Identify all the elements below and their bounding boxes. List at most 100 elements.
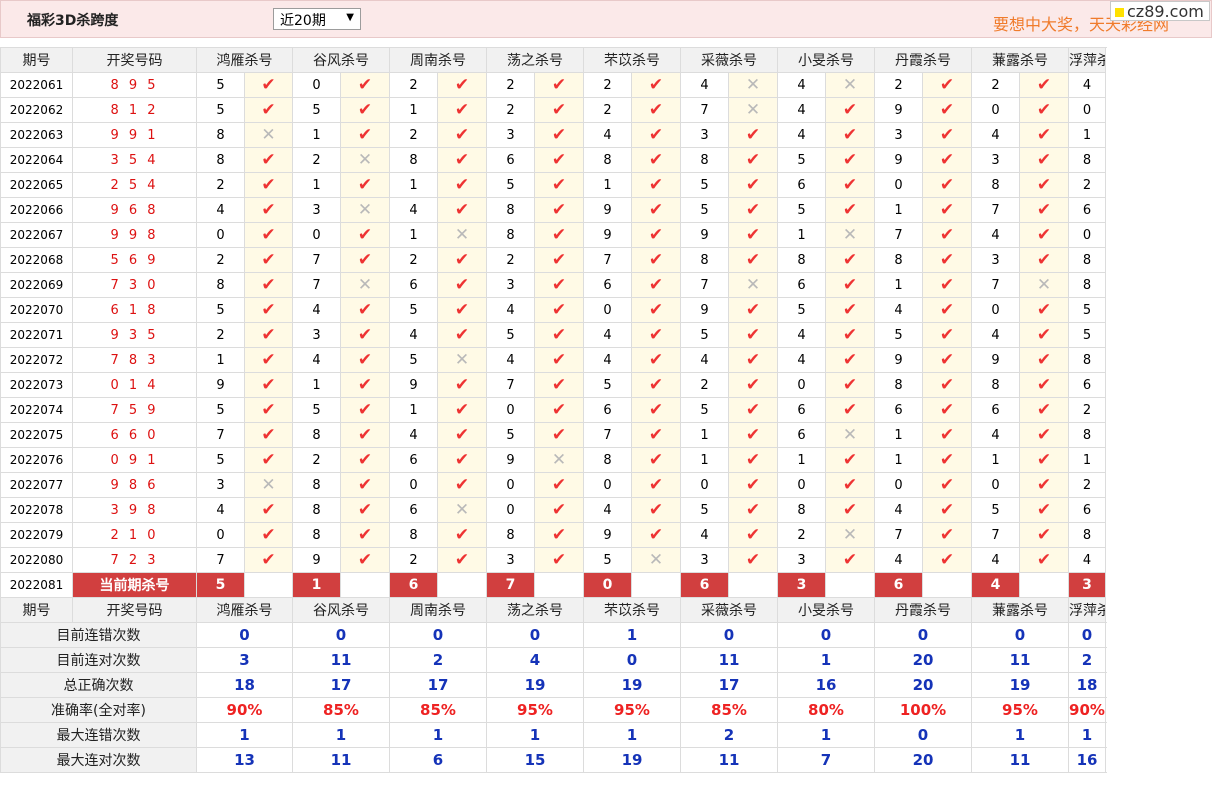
draw-number-cell: 3 9 8 xyxy=(72,497,197,523)
kill-number-cell: 1 xyxy=(777,447,826,473)
stat-row: 最大连对次数1311615191172011162 xyxy=(0,747,1106,773)
check-icon: ✔ xyxy=(1019,497,1069,523)
kill-number-cell: 2 xyxy=(196,322,245,348)
check-icon: ✔ xyxy=(922,297,972,323)
draw-number-cell: 6 6 0 xyxy=(72,422,197,448)
stat-value: 16 xyxy=(777,672,875,698)
table-row: 20220727 8 31✔4✔5✕4✔4✔4✔4✔9✔9✔8✔9 xyxy=(0,347,1106,373)
stat-value: 16 xyxy=(1068,747,1106,773)
draw-number-cell: 6 1 8 xyxy=(72,297,197,323)
stat-row: 最大连错次数11111210116 xyxy=(0,722,1106,748)
check-icon: ✔ xyxy=(1019,222,1069,248)
stat-value: 1 xyxy=(389,722,487,748)
kill-number-cell: 8 xyxy=(583,447,632,473)
kill-number-cell: 4 xyxy=(389,422,438,448)
check-icon: ✔ xyxy=(534,372,584,398)
check-icon: ✔ xyxy=(631,347,681,373)
kill-number-cell: 9 xyxy=(874,147,923,173)
current-kill-number: 4 xyxy=(971,572,1020,598)
check-icon: ✔ xyxy=(922,172,972,198)
kill-number-cell: 7 xyxy=(971,197,1020,223)
check-icon: ✔ xyxy=(631,447,681,473)
stat-value: 11 xyxy=(971,647,1069,673)
cross-icon: ✕ xyxy=(728,272,778,298)
check-icon: ✔ xyxy=(437,522,487,548)
check-icon: ✔ xyxy=(340,322,390,348)
check-icon: ✔ xyxy=(825,322,875,348)
kill-number-cell: 1 xyxy=(874,422,923,448)
site-logo[interactable]: cz89.com xyxy=(1110,1,1210,21)
check-icon: ✔ xyxy=(922,422,972,448)
period-cell: 2022078 xyxy=(0,497,73,523)
kill-number-cell: 1 xyxy=(680,422,729,448)
kill-number-cell: 8 xyxy=(1068,522,1106,548)
check-icon: ✔ xyxy=(922,497,972,523)
kill-number-cell: 5 xyxy=(486,172,535,198)
check-icon: ✔ xyxy=(728,247,778,273)
kill-number-cell: 9 xyxy=(874,97,923,123)
stat-value: 19 xyxy=(971,672,1069,698)
stat-value: 20 xyxy=(874,747,972,773)
stat-value: 90% xyxy=(1068,697,1106,723)
cross-icon: ✕ xyxy=(340,147,390,173)
kill-number-cell: 1 xyxy=(389,397,438,423)
check-icon: ✔ xyxy=(631,147,681,173)
check-icon: ✔ xyxy=(825,497,875,523)
check-icon: ✔ xyxy=(437,397,487,423)
kill-number-cell: 4 xyxy=(196,197,245,223)
kill-number-cell: 0 xyxy=(583,297,632,323)
kill-number-cell: 4 xyxy=(389,197,438,223)
current-kill-number: 3 xyxy=(1068,572,1106,598)
kill-number-cell: 4 xyxy=(971,422,1020,448)
empty-cell xyxy=(340,572,390,598)
check-icon: ✔ xyxy=(340,297,390,323)
stat-value: 15 xyxy=(486,747,584,773)
kill-number-cell: 9 xyxy=(680,222,729,248)
check-icon: ✔ xyxy=(437,472,487,498)
kill-number-cell: 8 xyxy=(874,372,923,398)
stat-value: 1 xyxy=(486,722,584,748)
kill-number-cell: 3 xyxy=(971,247,1020,273)
current-kill-number: 6 xyxy=(389,572,438,598)
check-icon: ✔ xyxy=(437,72,487,98)
stat-value: 18 xyxy=(196,672,293,698)
stat-value: 85% xyxy=(389,697,487,723)
draw-number-cell: 7 2 3 xyxy=(72,547,197,573)
check-icon: ✔ xyxy=(534,97,584,123)
draw-number-cell: 8 9 5 xyxy=(72,72,197,98)
kill-number-cell: 5 xyxy=(196,447,245,473)
stat-value: 1 xyxy=(196,722,293,748)
column-header: 期号 xyxy=(0,47,73,73)
check-icon: ✔ xyxy=(437,272,487,298)
kill-number-cell: 7 xyxy=(680,97,729,123)
check-icon: ✔ xyxy=(244,547,293,573)
check-icon: ✔ xyxy=(534,247,584,273)
check-icon: ✔ xyxy=(922,522,972,548)
kill-number-cell: 4 xyxy=(874,297,923,323)
kill-number-cell: 4 xyxy=(971,122,1020,148)
check-icon: ✔ xyxy=(244,222,293,248)
stat-label: 总正确次数 xyxy=(0,672,197,698)
stat-value: 11 xyxy=(680,747,778,773)
period-select[interactable]: 近20期 ▼ xyxy=(273,8,361,30)
app-root: 福彩3D杀跨度 近20期 ▼ 要想中大奖，天天彩经网 cz89.com 期号 开奖… xyxy=(0,0,1216,807)
kill-number-cell: 4 xyxy=(777,97,826,123)
check-icon: ✔ xyxy=(922,97,972,123)
check-icon: ✔ xyxy=(244,272,293,298)
period-cell: 2022063 xyxy=(0,122,73,148)
check-icon: ✔ xyxy=(728,322,778,348)
column-header: 浮萍杀号 xyxy=(1068,597,1106,623)
check-icon: ✔ xyxy=(534,222,584,248)
kill-number-cell: 5 xyxy=(680,397,729,423)
kill-number-cell: 5 xyxy=(1068,322,1106,348)
check-icon: ✔ xyxy=(437,547,487,573)
table-row: 20220685 6 92✔7✔2✔2✔7✔8✔8✔8✔3✔8✔全对 xyxy=(0,247,1106,273)
cross-icon: ✕ xyxy=(728,97,778,123)
stat-value: 19 xyxy=(583,672,681,698)
kill-number-cell: 1 xyxy=(1068,447,1106,473)
kill-number-cell: 4 xyxy=(196,497,245,523)
column-header: 鸿雁杀号 xyxy=(196,47,293,73)
kill-number-cell: 8 xyxy=(389,147,438,173)
check-icon: ✔ xyxy=(534,347,584,373)
stat-value: 80% xyxy=(777,697,875,723)
